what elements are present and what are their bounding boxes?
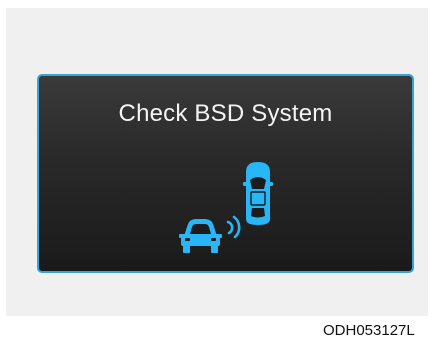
vehicle-rear-icon <box>179 219 222 253</box>
vehicle-top-icon <box>243 162 273 225</box>
radar-wave-icon <box>226 215 241 239</box>
cluster-display: Check BSD System <box>37 74 414 273</box>
bsd-illustration <box>179 162 273 253</box>
image-code-label: ODH053127L <box>323 322 415 339</box>
